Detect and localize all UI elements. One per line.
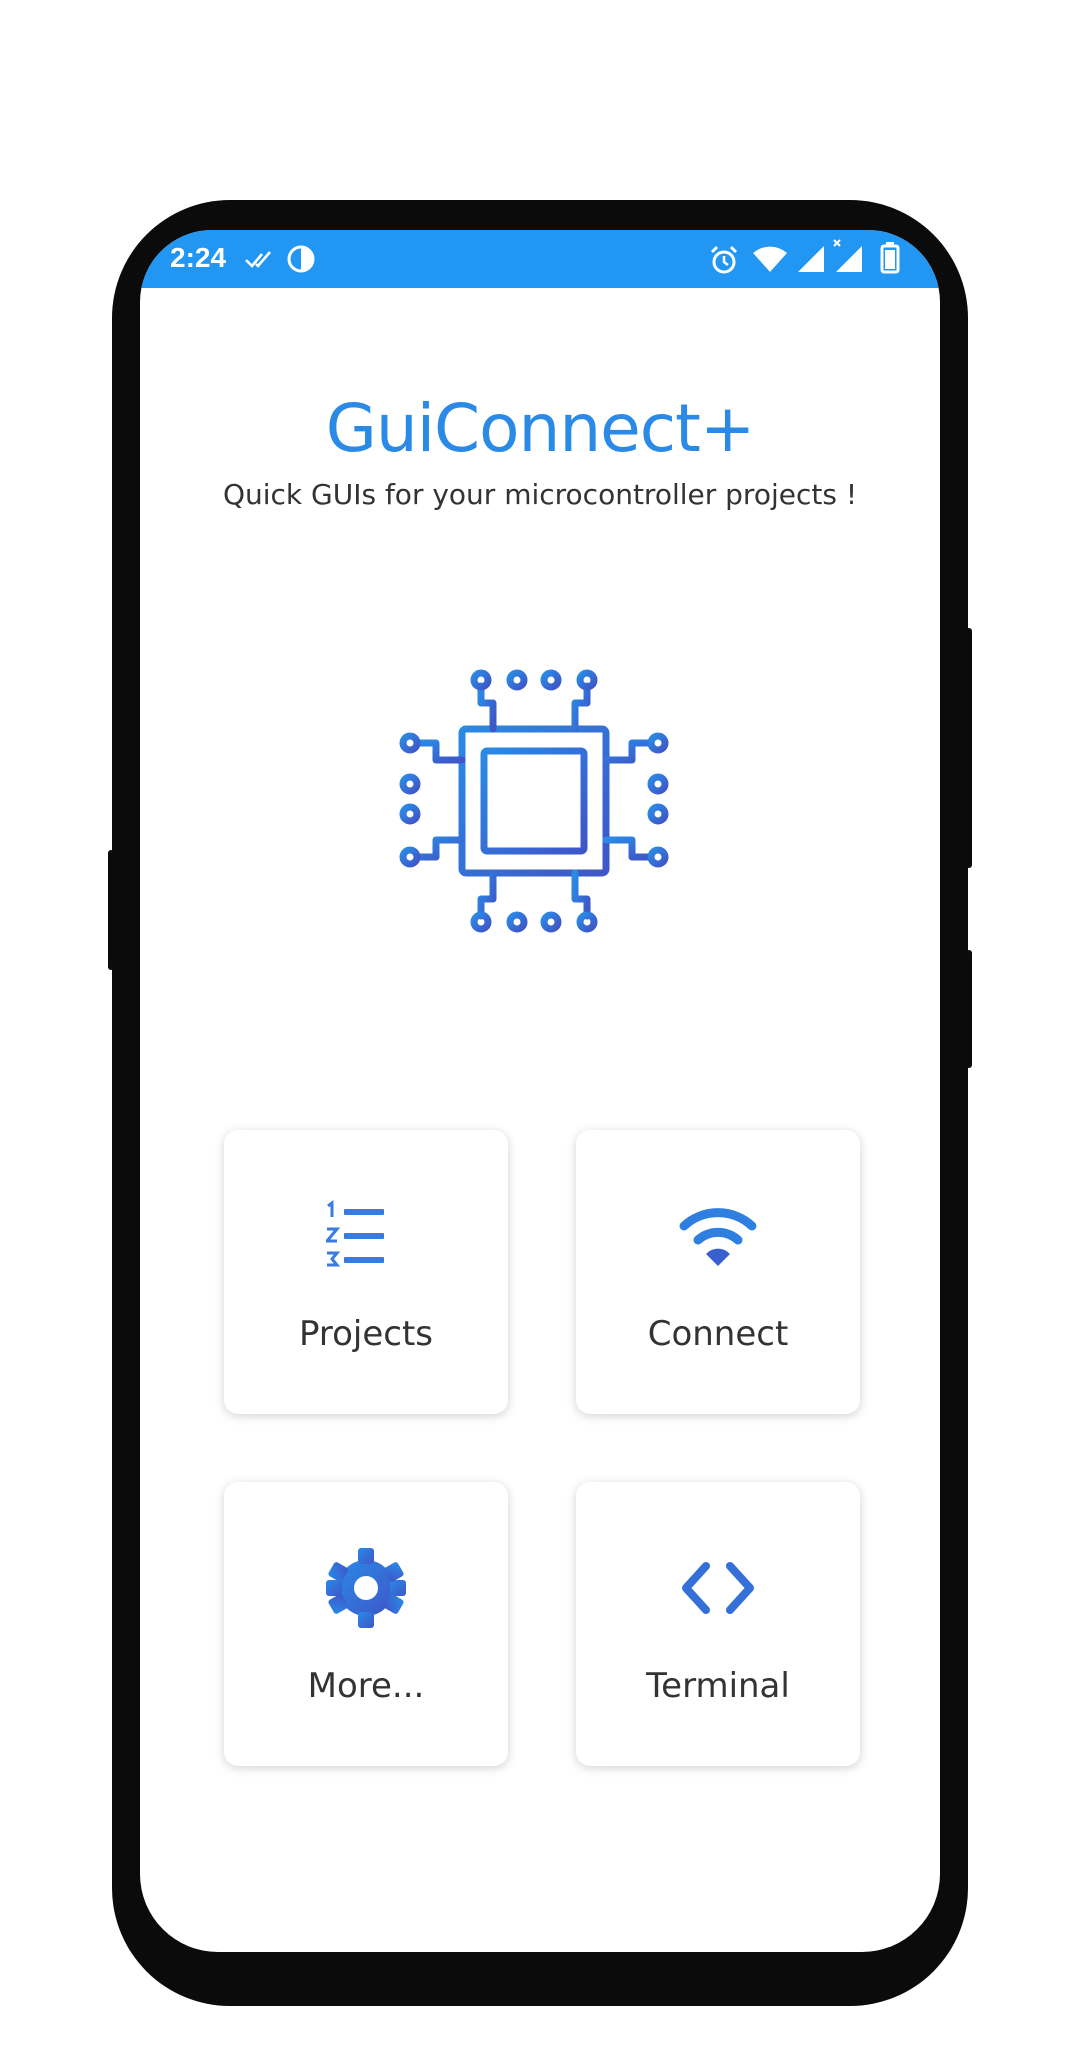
projects-card[interactable]: Projects — [224, 1130, 508, 1414]
phone-side-button — [966, 950, 972, 1068]
terminal-label: Terminal — [646, 1666, 790, 1706]
microchip-icon — [385, 650, 685, 950]
terminal-card[interactable]: Terminal — [576, 1482, 860, 1766]
gear-icon — [326, 1548, 406, 1628]
status-bar: 2:24 — [140, 230, 940, 288]
double-check-icon — [244, 244, 274, 279]
app-title: GuiConnect+ — [325, 390, 756, 467]
numbered-list-icon — [323, 1196, 406, 1276]
wifi-icon — [752, 244, 788, 279]
status-time: 2:24 — [170, 242, 227, 273]
more-card[interactable]: More... — [224, 1482, 508, 1766]
signal-icon — [796, 244, 826, 279]
battery-icon — [880, 242, 900, 279]
wifi-icon — [678, 1196, 758, 1276]
contrast-icon — [286, 244, 316, 279]
code-icon — [678, 1548, 758, 1628]
alarm-icon — [708, 244, 740, 281]
connect-card[interactable]: Connect — [576, 1130, 860, 1414]
projects-label: Projects — [298, 1314, 434, 1354]
app-subtitle: Quick GUIs for your microcontroller proj… — [222, 478, 858, 511]
connect-label: Connect — [647, 1314, 789, 1354]
app-screen: 2:24 GuiConnect+ Quick GUIs for your mic… — [140, 230, 940, 1952]
phone-side-button — [966, 628, 972, 868]
phone-side-button — [108, 850, 114, 970]
more-label: More... — [307, 1666, 425, 1706]
signal-x-icon — [832, 238, 866, 279]
